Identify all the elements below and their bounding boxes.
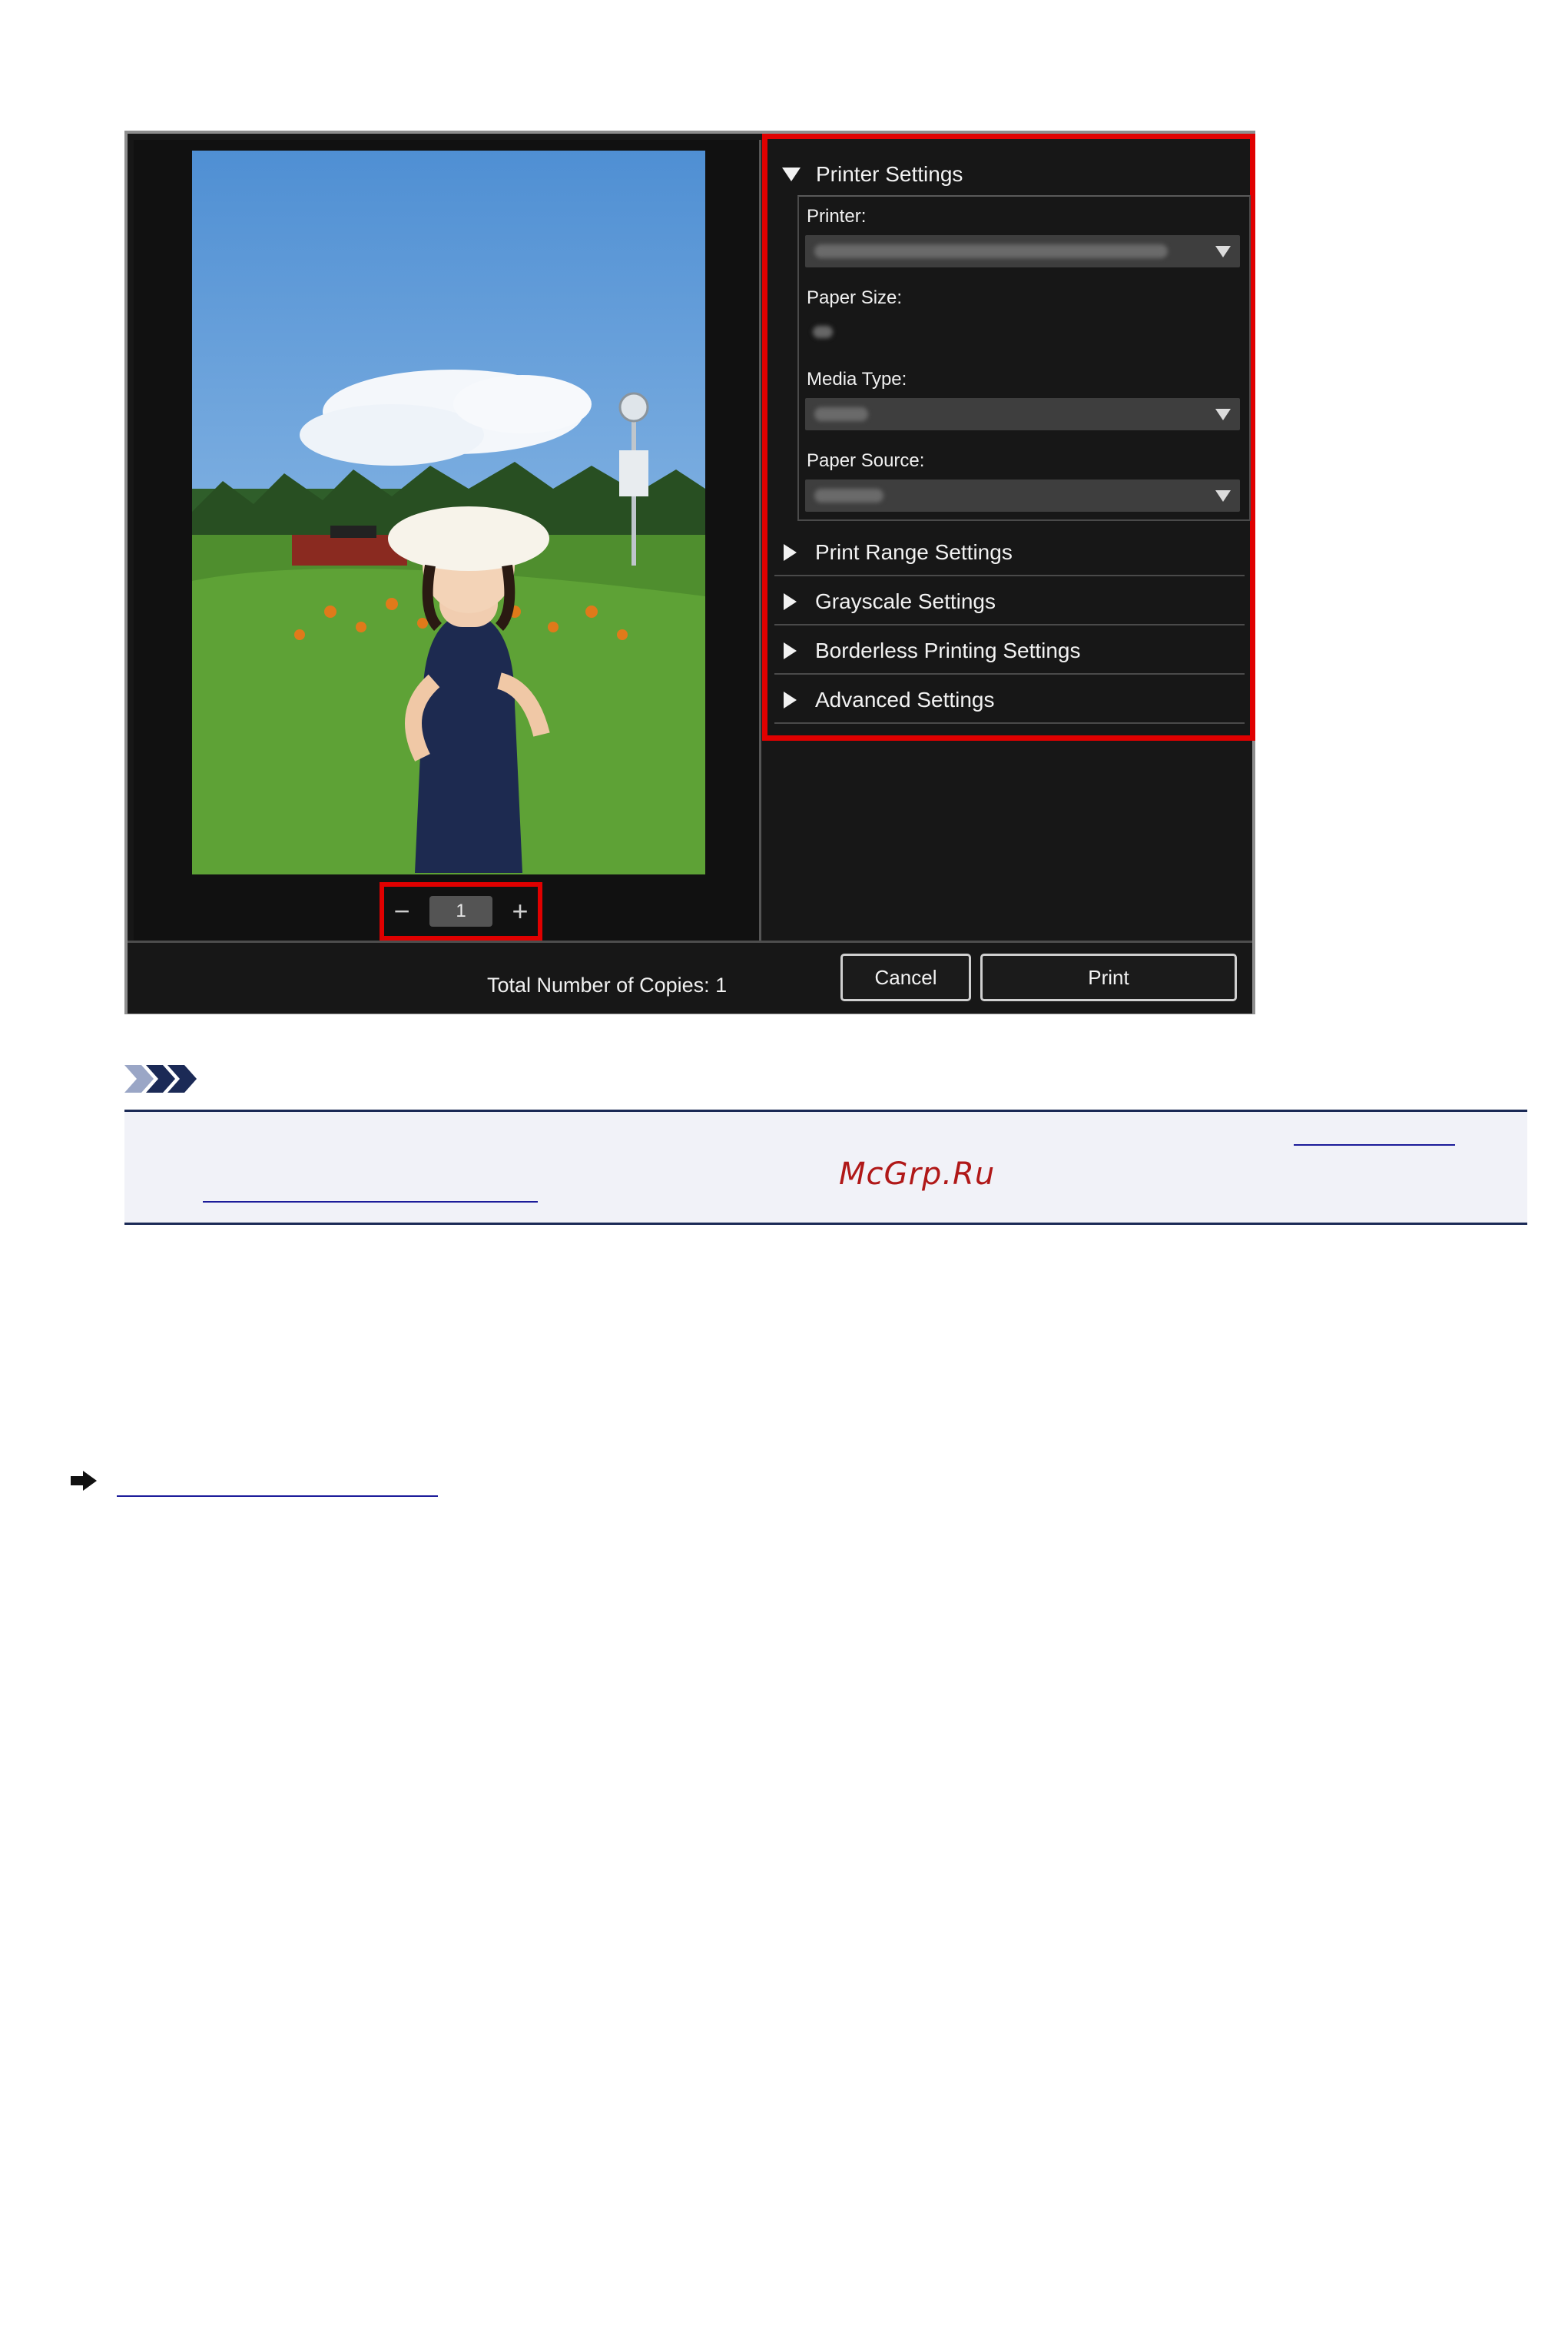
right-arrow-icon [71,1471,97,1491]
print-range-settings-header[interactable]: Print Range Settings [774,530,1243,575]
expand-triangle-icon [784,642,797,659]
printer-label: Printer: [807,206,867,227]
copies-input[interactable]: 1 [429,896,492,927]
divider [774,673,1245,675]
expand-triangle-icon [784,544,797,561]
borderless-printing-settings-header[interactable]: Borderless Printing Settings [774,629,1243,673]
paper-source-label: Paper Source: [807,450,925,471]
divider [774,575,1245,576]
advanced-settings-label: Advanced Settings [815,688,995,712]
paper-size-value-blurred [813,326,833,338]
dropdown-arrow-icon [1215,490,1231,502]
dropdown-arrow-icon [1215,246,1231,257]
decrease-copies-button[interactable]: − [391,898,413,925]
print-button[interactable]: Print [980,954,1237,1001]
media-type-dropdown[interactable] [805,398,1240,430]
media-type-value-blurred [814,407,868,421]
preview-pane: − 1 + [134,140,761,941]
grayscale-settings-header[interactable]: Grayscale Settings [774,579,1243,624]
watermark: McGrp.Ru [839,1156,996,1192]
paper-size-label: Paper Size: [807,287,903,308]
note-link[interactable] [203,1201,538,1203]
copies-stepper: − 1 + [380,882,542,941]
dropdown-arrow-icon [1215,409,1231,420]
settings-pane: Printer Settings Printer: Paper Size: Me… [762,134,1255,947]
expand-triangle-icon [784,593,797,610]
paper-source-dropdown[interactable] [805,479,1240,512]
grayscale-settings-label: Grayscale Settings [815,589,996,613]
printer-value-blurred [814,244,1168,258]
cancel-button[interactable]: Cancel [840,954,971,1001]
media-type-label: Media Type: [807,369,907,390]
divider [774,624,1245,625]
paper-source-value-blurred [814,489,883,503]
printer-dropdown[interactable] [805,235,1240,267]
increase-copies-button[interactable]: + [509,898,531,925]
print-range-settings-label: Print Range Settings [815,540,1013,564]
print-dialog: − 1 + Printer Settings Printer: Paper Si… [124,131,1255,1014]
printer-settings-label: Printer Settings [816,162,963,186]
note-box: McGrp.Ru [124,1110,1527,1225]
dialog-footer: Total Number of Copies: 1 Cancel Print [128,941,1252,1014]
expand-triangle-icon [784,692,797,708]
divider [774,722,1245,724]
note-chevrons-icon [124,1065,197,1093]
printer-settings-group: Printer: Paper Size: Media Type: Paper S… [797,195,1251,521]
advanced-settings-header[interactable]: Advanced Settings [774,678,1243,722]
note-link[interactable] [1294,1144,1455,1146]
printer-settings-header[interactable]: Printer Settings [774,152,1243,197]
preview-photo [192,151,705,874]
collapse-triangle-icon [782,168,801,181]
related-topic-link[interactable] [117,1495,438,1497]
total-copies-text: Total Number of Copies: 1 [487,974,728,997]
borderless-printing-settings-label: Borderless Printing Settings [815,639,1081,662]
